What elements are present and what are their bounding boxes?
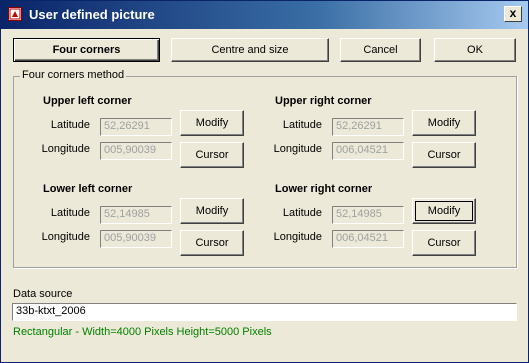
upper-left-latitude-label: Latitude (50, 119, 90, 131)
centre-and-size-button[interactable]: Centre and size (171, 38, 329, 62)
lower-left-cursor-button[interactable]: Cursor (180, 230, 244, 256)
lower-left-latitude-label: Latitude (50, 207, 90, 219)
lower-right-longitude-label: Longitude (273, 231, 322, 243)
upper-right-longitude-label: Longitude (273, 143, 322, 155)
lower-left-longitude-field[interactable]: 005,90039 (100, 230, 172, 248)
lower-right-cursor-button[interactable]: Cursor (412, 230, 476, 256)
window-title: User defined picture (29, 7, 155, 22)
lower-right-modify-button[interactable]: Modify (412, 198, 476, 224)
upper-right-cursor-button[interactable]: Cursor (412, 142, 476, 168)
group-label: Four corners method (20, 69, 127, 81)
upper-right-modify-button[interactable]: Modify (412, 110, 476, 136)
upper-left-modify-button[interactable]: Modify (180, 110, 244, 136)
dialog-window: User defined picture x Four corners Cent… (0, 0, 529, 363)
app-icon (8, 7, 22, 21)
cancel-button[interactable]: Cancel (340, 38, 421, 62)
lower-left-longitude-label: Longitude (41, 231, 90, 243)
title-bar[interactable]: User defined picture x (1, 1, 528, 29)
lower-right-longitude-field[interactable]: 006,04521 (332, 230, 404, 248)
lower-right-latitude-label: Latitude (282, 207, 322, 219)
lower-left-latitude-field[interactable]: 52,14985 (100, 206, 172, 224)
upper-left-longitude-label: Longitude (41, 143, 90, 155)
status-text: Rectangular - Width=4000 Pixels Height=5… (13, 326, 272, 338)
upper-right-title: Upper right corner (275, 95, 372, 107)
data-source-input[interactable]: 33b-ktxt_2006 (12, 303, 517, 321)
upper-left-cursor-button[interactable]: Cursor (180, 142, 244, 168)
upper-left-title: Upper left corner (43, 95, 132, 107)
lower-right-latitude-field[interactable]: 52,14985 (332, 206, 404, 224)
upper-left-longitude-field[interactable]: 005,90039 (100, 142, 172, 160)
lower-left-modify-button[interactable]: Modify (180, 198, 244, 224)
lower-left-title: Lower left corner (43, 183, 133, 195)
ok-button[interactable]: OK (434, 38, 516, 62)
upper-right-latitude-label: Latitude (282, 119, 322, 131)
upper-right-longitude-field[interactable]: 006,04521 (332, 142, 404, 160)
four-corners-button[interactable]: Four corners (13, 38, 160, 62)
upper-right-latitude-field[interactable]: 52,26291 (332, 118, 404, 136)
upper-left-latitude-field[interactable]: 52,26291 (100, 118, 172, 136)
data-source-label: Data source (13, 288, 73, 300)
close-button[interactable]: x (504, 6, 522, 22)
lower-right-title: Lower right corner (275, 183, 373, 195)
